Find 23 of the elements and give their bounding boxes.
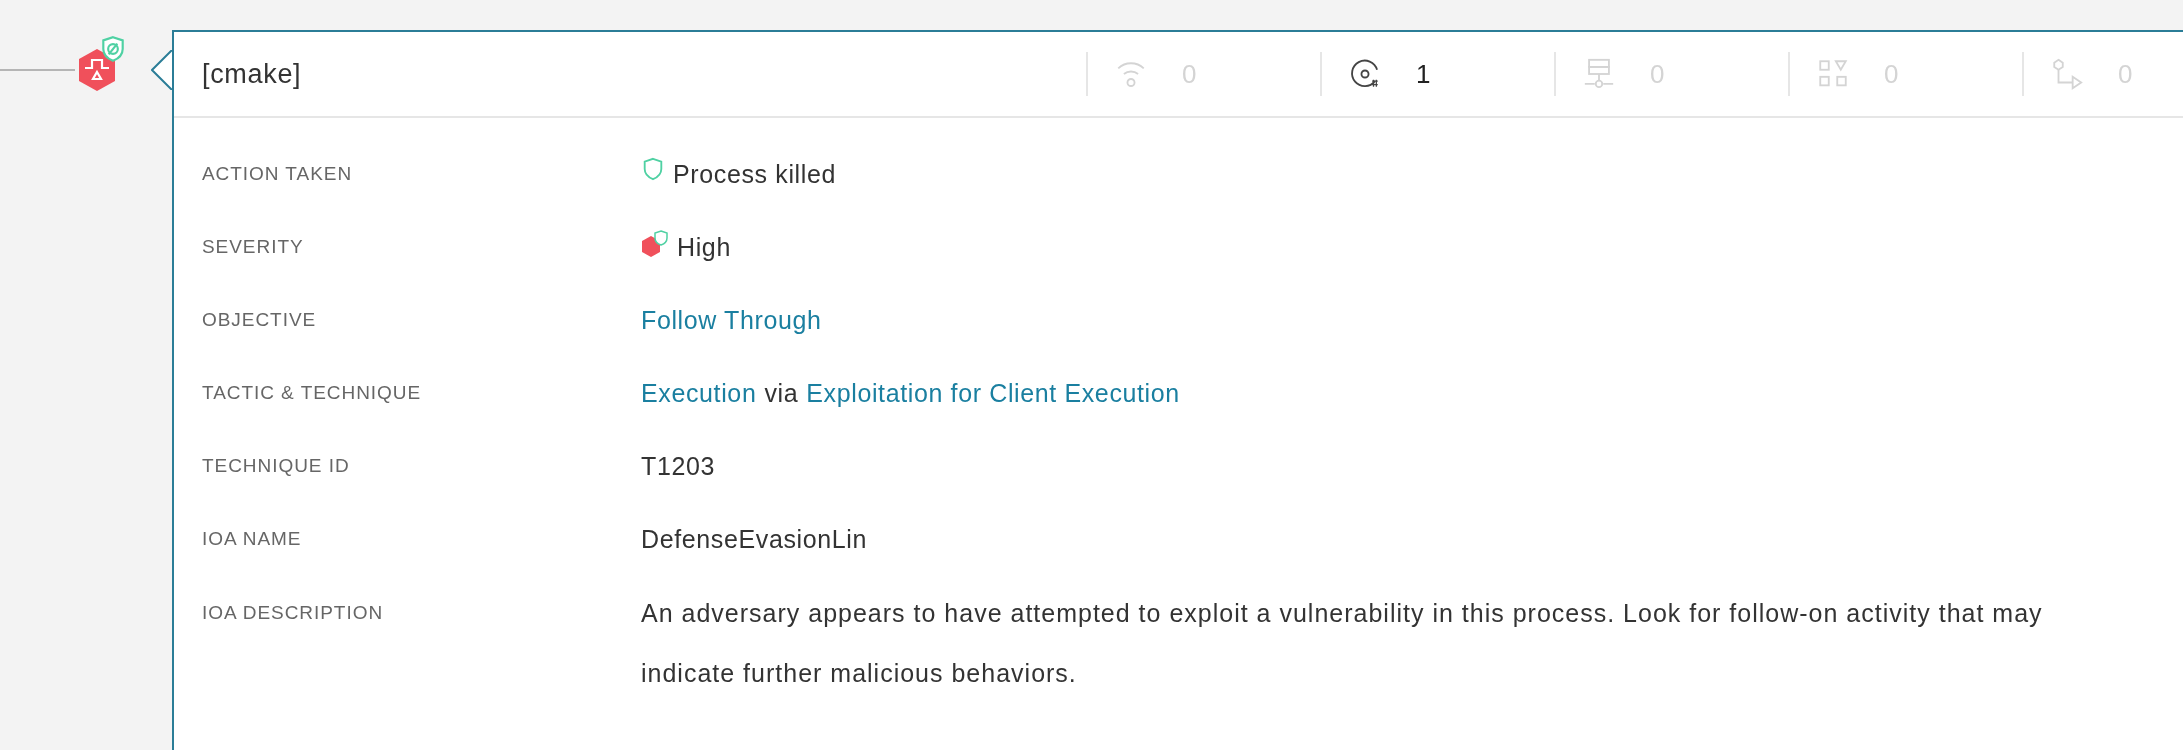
route-icon <box>2050 57 2084 91</box>
severity-icon <box>641 229 669 258</box>
stat-count: 1 <box>1416 57 1431 91</box>
detail-label: OBJECTIVE <box>201 308 318 333</box>
detail-label: IOA NAME <box>201 527 303 552</box>
detail-value: via <box>764 377 799 409</box>
detail-label: IOA DESCRIPTION <box>201 601 385 625</box>
detail-label: ACTION TAKEN <box>201 162 354 187</box>
detail-value: Process killed <box>673 158 836 190</box>
detail-value: T1203 <box>641 450 715 482</box>
detail-label: SEVERITY <box>201 235 305 260</box>
panel-title: [cmake] <box>201 57 303 91</box>
detail-value: DefenseEvasionLin <box>641 523 868 555</box>
detail-value: High <box>677 231 731 263</box>
detail-link[interactable]: Execution <box>641 374 757 413</box>
detail-link[interactable]: Follow Through <box>641 301 822 340</box>
server-icon <box>1582 57 1616 91</box>
detail-label: TECHNIQUE ID <box>201 454 351 479</box>
detail-description: An adversary appears to have attempted to exploit a vulnerability in this process. Look for follow-on activity that may indicate further malicious behaviors. <box>641 598 2044 689</box>
shield-icon <box>641 156 665 181</box>
shield-badge-icon <box>99 35 127 63</box>
detail-label: TACTIC & TECHNIQUE <box>201 381 423 406</box>
detail-link[interactable]: Exploitation for Client Execution <box>806 374 1180 413</box>
